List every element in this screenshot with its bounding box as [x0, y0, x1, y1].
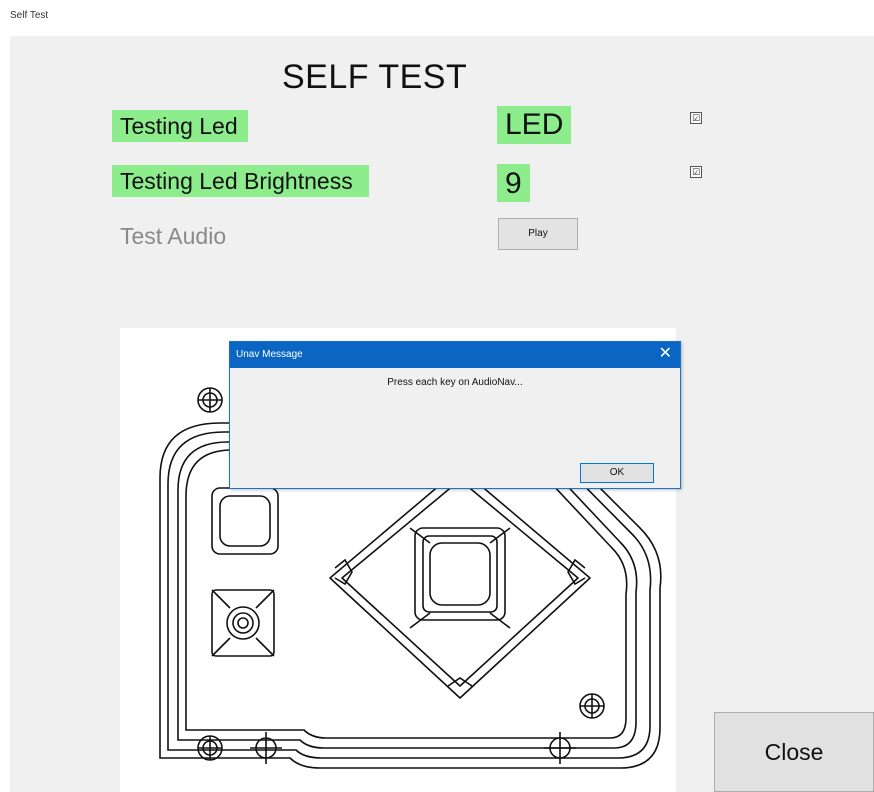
- close-icon[interactable]: ✕: [659, 345, 672, 363]
- lower-key-ring-1: [226, 606, 260, 640]
- ok-button[interactable]: OK: [580, 463, 654, 483]
- led-value: LED: [497, 106, 572, 144]
- message-dialog: Unav Message ✕ Press each key on AudioNa…: [229, 341, 681, 489]
- left-key-inner: [219, 495, 271, 547]
- close-button[interactable]: Close: [714, 712, 874, 792]
- testing-led-label: Testing Led: [112, 110, 248, 142]
- brightness-checkbox[interactable]: ☑: [690, 166, 702, 178]
- lower-key-ring-3: [237, 617, 249, 629]
- nav-center-inner: [429, 542, 491, 606]
- dialog-titlebar[interactable]: Unav Message ✕: [230, 342, 680, 368]
- window-title: Self Test: [10, 10, 49, 21]
- dialog-title: Unav Message: [236, 349, 303, 360]
- testing-brightness-label: Testing Led Brightness: [112, 165, 369, 197]
- page-title: SELF TEST: [282, 58, 468, 96]
- test-audio-label: Test Audio: [120, 223, 227, 249]
- lower-key-ring-2: [232, 612, 254, 634]
- left-key-outer: [211, 487, 279, 555]
- nav-center-mid: [422, 535, 498, 613]
- nav-diamond-outer: [329, 467, 591, 699]
- nav-diamond-inner: [341, 479, 579, 687]
- lower-key-facets: [211, 589, 275, 657]
- brightness-value: 9: [497, 164, 530, 202]
- led-checkbox[interactable]: ☑: [690, 112, 702, 124]
- play-button[interactable]: Play: [498, 218, 578, 250]
- dialog-message: Press each key on AudioNav...: [387, 377, 523, 388]
